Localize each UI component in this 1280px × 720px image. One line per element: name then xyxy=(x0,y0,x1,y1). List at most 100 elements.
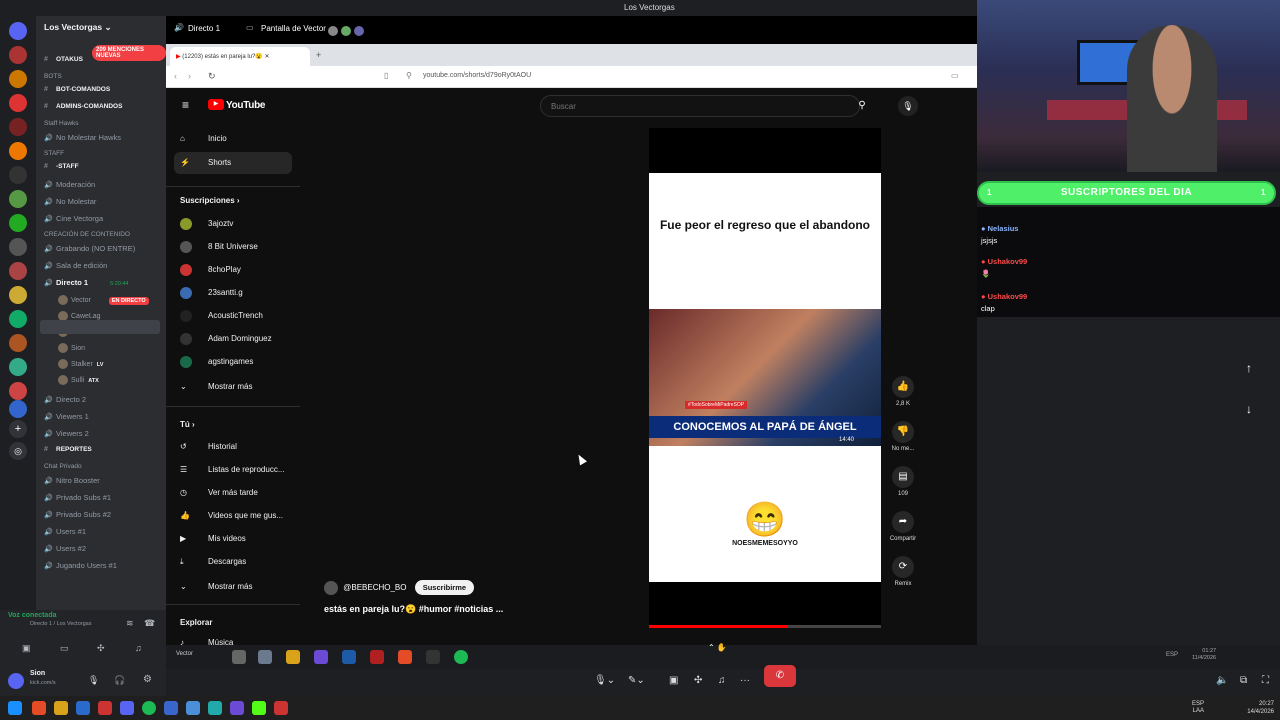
channel-category[interactable]: CREACIÓN DE CONTENIDO xyxy=(44,231,130,238)
channel-category[interactable]: Staff Hawks xyxy=(44,120,79,127)
channel-item[interactable]: 🔊 Jugando Users #1 xyxy=(44,561,117,570)
subscription-item[interactable]: 3ajoztv xyxy=(180,218,233,230)
subscribe-button[interactable]: Suscribirme xyxy=(414,580,475,595)
disconnect-icon[interactable]: ☎ xyxy=(144,618,155,629)
you-item[interactable]: ▶ Mis videos xyxy=(180,534,246,543)
headphones-icon[interactable]: 🎧 xyxy=(114,675,125,686)
fullscreen-icon[interactable]: ⛶ xyxy=(1262,675,1269,686)
channel-item[interactable]: # BOT-COMANDOS xyxy=(44,86,110,93)
app-icon[interactable] xyxy=(230,701,244,715)
server-icon[interactable] xyxy=(9,118,27,136)
app-icon[interactable] xyxy=(186,701,200,715)
server-icon[interactable] xyxy=(9,400,27,418)
channel-item[interactable]: 🔊 Moderación xyxy=(44,180,95,189)
dislike-button[interactable]: 👎 No me... xyxy=(888,421,918,452)
stream-mic-icon[interactable]: 🎙⌄ xyxy=(594,675,615,686)
you-item[interactable]: 👍 Videos que me gus... xyxy=(180,511,283,520)
you-item[interactable]: ☰ Listas de reproducc... xyxy=(180,465,284,474)
stream-popout-icon[interactable]: ⌃ ✋ xyxy=(708,643,727,652)
channel-item[interactable]: 🔊 Nitro Booster xyxy=(44,476,100,485)
app-icon[interactable] xyxy=(164,701,178,715)
server-icon[interactable] xyxy=(9,166,27,184)
stream-channel[interactable]: Directo 1 xyxy=(188,24,220,33)
channel-item[interactable]: 🔊 Privado Subs #1 xyxy=(44,493,111,502)
scroll-up-icon[interactable]: ↑ xyxy=(1240,361,1258,379)
channel-category[interactable]: STAFF xyxy=(44,150,64,157)
channel-item[interactable]: 🔊 Privado Subs #2 xyxy=(44,510,111,519)
you-item[interactable]: ⤓ Descargas xyxy=(180,557,246,567)
show-more-you[interactable]: ⌄ Mostrar más xyxy=(180,582,252,591)
server-icon[interactable] xyxy=(9,94,27,112)
channel-category[interactable]: BOTS xyxy=(44,73,62,80)
search-input[interactable]: Buscar xyxy=(540,95,860,117)
channel-item[interactable]: 🔊 Grabando (NO ENTRE) xyxy=(44,244,135,253)
channel-item[interactable]: 🔊 Viewers 2 xyxy=(44,429,89,438)
discord-icon[interactable] xyxy=(120,701,134,715)
avatar[interactable] xyxy=(8,673,24,689)
explore-icon[interactable]: ◎ xyxy=(9,442,27,460)
search-icon[interactable]: ⚲ xyxy=(848,95,876,117)
channel-item[interactable]: 🔊 Directo 2 xyxy=(44,395,86,404)
subscription-item[interactable]: 8choPlay xyxy=(180,264,241,276)
bookmark-icon[interactable]: ▯ xyxy=(384,71,388,80)
you-header[interactable]: Tú › xyxy=(180,420,195,429)
channel-item[interactable]: 🔊 Directo 1 5:20:44 xyxy=(44,278,128,287)
shorts-player[interactable]: Fue peor el regreso que el abandono #Tod… xyxy=(649,128,881,628)
menu-icon[interactable]: ≡ xyxy=(182,98,189,112)
server-icon[interactable] xyxy=(9,70,27,88)
server-icon[interactable] xyxy=(9,262,27,280)
channel-avatar[interactable] xyxy=(324,580,338,595)
app-icon[interactable] xyxy=(274,701,288,715)
screen-share-button-icon[interactable]: ▣ xyxy=(669,675,678,686)
channel-item[interactable]: 🔊 Viewers 1 xyxy=(44,412,89,421)
system-tray[interactable]: ESP LAA 20:27 14/4/2026 xyxy=(1192,700,1274,716)
you-item[interactable]: ◷ Ver más tarde xyxy=(180,488,258,497)
voice-user[interactable]: Sion xyxy=(58,343,85,353)
windows-start-icon[interactable] xyxy=(8,701,22,715)
youtube-logo-icon[interactable]: ▶ xyxy=(208,99,224,110)
activities-button-icon[interactable]: ✣ xyxy=(694,675,702,686)
reload-icon[interactable]: ↻ xyxy=(208,71,216,82)
viewer-avatars[interactable] xyxy=(328,22,374,54)
channel-category[interactable]: Chat Privado xyxy=(44,463,82,470)
soundboard-button-icon[interactable]: ♫ xyxy=(718,675,726,686)
soundboard-icon[interactable]: ♫ xyxy=(135,643,142,653)
file-explorer-icon[interactable] xyxy=(54,701,68,715)
more-options-icon[interactable]: ··· xyxy=(740,675,750,686)
browser-tab[interactable]: ▶ (12203) estás en pareja lu?😮 ✕ xyxy=(170,47,310,66)
subscription-item[interactable]: Adam Dominguez xyxy=(180,333,272,345)
new-tab-icon[interactable]: + xyxy=(316,50,321,60)
server-icon[interactable] xyxy=(9,334,27,352)
brave-icon[interactable] xyxy=(32,701,46,715)
video-progress[interactable] xyxy=(649,625,881,628)
channel-item[interactable]: 🔊 Sala de edición xyxy=(44,261,107,270)
app-icon[interactable] xyxy=(76,701,90,715)
channel-item[interactable]: 🔊 Cine Vectorga xyxy=(44,214,103,223)
mentions-badge[interactable]: 209 MENCIONES NUEVAS xyxy=(92,45,166,61)
scroll-down-icon[interactable]: ↓ xyxy=(1240,402,1258,420)
comments-button[interactable]: ▤ 109 xyxy=(888,466,918,497)
end-call-icon[interactable]: ✆ xyxy=(764,665,796,687)
settings-gear-icon[interactable]: ⚙ xyxy=(143,674,152,685)
url-bar[interactable]: youtube.com/shorts/d79oRy0tAOU xyxy=(423,72,531,79)
subscription-item[interactable]: agstingames xyxy=(180,356,253,368)
like-button[interactable]: 👍 2,8 K xyxy=(888,376,918,407)
server-icon[interactable] xyxy=(9,310,27,328)
volume-icon[interactable]: 🔈 xyxy=(1216,675,1228,686)
camera-icon[interactable]: ▣ xyxy=(22,643,31,654)
server-icon[interactable] xyxy=(9,142,27,160)
activities-icon[interactable]: ✣ xyxy=(97,643,105,654)
popout-icon[interactable]: ⧉ xyxy=(1240,675,1247,686)
subscription-item[interactable]: 8 Bit Universe xyxy=(180,241,258,253)
server-icon[interactable] xyxy=(9,238,27,256)
channel-item[interactable]: 🔊 No Molestar Hawks xyxy=(44,133,121,142)
server-icon[interactable] xyxy=(9,382,27,400)
channel-item[interactable]: # ADMINS-COMANDOS xyxy=(44,103,122,110)
channel-item[interactable]: # -STAFF xyxy=(44,163,79,170)
spotify-icon[interactable] xyxy=(142,701,156,715)
nav-home[interactable]: ⌂ Inicio xyxy=(180,134,227,143)
nav-shorts[interactable]: ⚡ Shorts xyxy=(180,158,231,167)
server-icon[interactable] xyxy=(9,190,27,208)
noise-suppression-icon[interactable]: ≋ xyxy=(126,618,134,629)
voice-location[interactable]: Directo 1 / Los Vectorgas xyxy=(30,621,91,627)
